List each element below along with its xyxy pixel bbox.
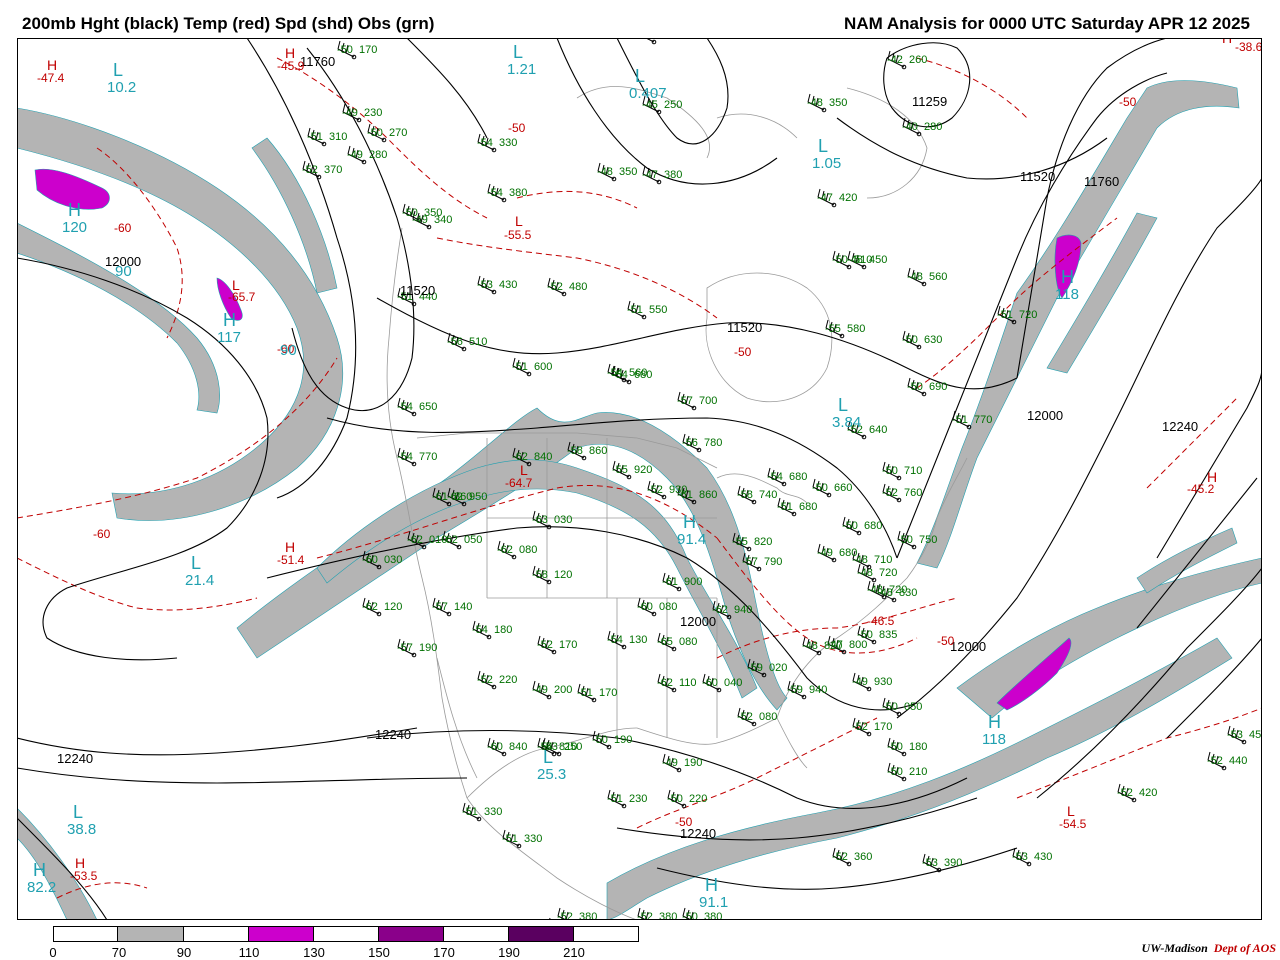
legend-tick: 190 [498, 945, 520, 960]
legend-segment-70-90 [118, 927, 184, 941]
legend-segment-210+ [574, 927, 638, 941]
map-frame [17, 38, 1262, 920]
legend-tick: 0 [49, 945, 57, 960]
legend-tick: 210 [563, 945, 585, 960]
legend-segment-190-210 [509, 927, 574, 941]
legend-segment-110-130 [249, 927, 314, 941]
legend-segment-90-110 [184, 927, 249, 941]
legend-tick: 70 [111, 945, 127, 960]
credit-footer: UW-Madison Dept of AOS [1142, 941, 1276, 956]
speed-color-legend [53, 926, 639, 942]
legend-segment-0-70 [54, 927, 118, 941]
legend-tick: 150 [368, 945, 390, 960]
legend-tick: 130 [303, 945, 325, 960]
legend-tick: 110 [238, 945, 260, 960]
legend-tick: 170 [433, 945, 455, 960]
legend-segment-130-150 [314, 927, 379, 941]
analysis-time-title: NAM Analysis for 0000 UTC Saturday APR 1… [844, 14, 1250, 33]
map-title: 200mb Hght (black) Temp (red) Spd (shd) … [22, 14, 435, 33]
legend-segment-170-190 [444, 927, 509, 941]
credit-institution: UW-Madison [1141, 941, 1208, 955]
legend-tick: 90 [176, 945, 192, 960]
legend-segment-150-170 [379, 927, 444, 941]
credit-department: Dept of AOS [1213, 941, 1276, 955]
